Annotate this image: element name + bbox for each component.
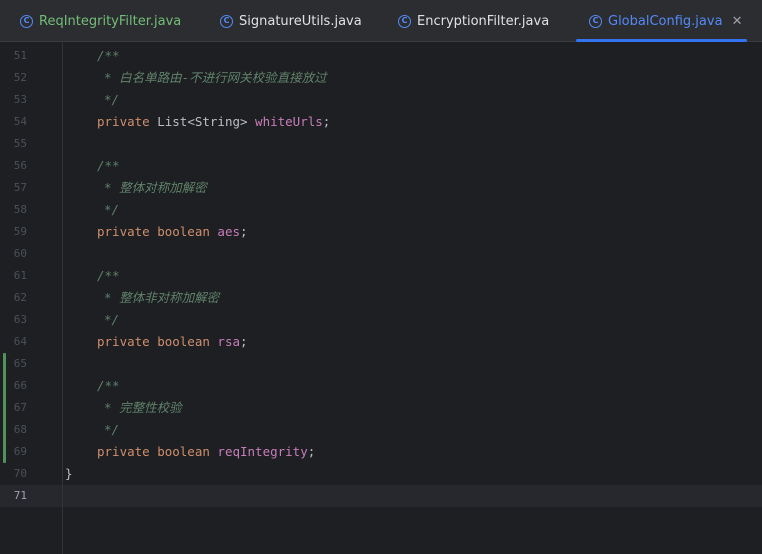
line-number: 58 [13, 203, 27, 216]
code-line: 56 /** [0, 155, 762, 177]
comment-close: */ [104, 422, 120, 437]
code-line: 61 /** [0, 265, 762, 287]
code-line-current: 71 [0, 485, 762, 507]
code-line: 62 * 整体非对称加解密 [0, 287, 762, 309]
comment-text-line: * 整体非对称加解密 [104, 290, 220, 305]
tab-label: ReqIntegrityFilter.java [39, 13, 182, 29]
code-line: 59 private boolean aes; [0, 221, 762, 243]
editor-tab-bar: C ReqIntegrityFilter.java C SignatureUti… [0, 0, 762, 42]
line-number: 69 [13, 445, 27, 458]
code-line: 57 * 整体对称加解密 [0, 177, 762, 199]
comment-open: /** [97, 158, 120, 173]
class-icon: C [220, 14, 233, 28]
tab-label: SignatureUtils.java [239, 13, 362, 29]
tab-encryption-filter[interactable]: C EncryptionFilter.java [398, 0, 549, 42]
comment-close: */ [104, 312, 120, 327]
comment-text-line: * 完整性校验 [104, 400, 182, 415]
line-number: 66 [13, 379, 27, 392]
line-number: 67 [13, 401, 27, 414]
code-line: 66 /** [0, 375, 762, 397]
line-number: 51 [13, 49, 27, 62]
comment-open: /** [97, 268, 120, 283]
line-number: 54 [13, 115, 27, 128]
tab-label: GlobalConfig.java [608, 13, 723, 29]
field-declaration: private boolean aes; [97, 224, 248, 239]
code-line: 52 * 白名单路由-不进行网关校验直接放过 [0, 67, 762, 89]
class-icon: C [589, 14, 602, 28]
code-line: 67 * 完整性校验 [0, 397, 762, 419]
comment-text-line: * 整体对称加解密 [104, 180, 207, 195]
code-line: 58 */ [0, 199, 762, 221]
code-line: 63 */ [0, 309, 762, 331]
closing-brace: } [65, 466, 73, 481]
field-declaration: private boolean reqIntegrity; [97, 444, 316, 459]
code-line: 69 private boolean reqIntegrity; [0, 441, 762, 463]
code-line: 51 /** [0, 45, 762, 67]
code-editor[interactable]: 51 /** 52 * 白名单路由-不进行网关校验直接放过 53 */ 54 p… [0, 42, 762, 554]
code-line: 55 [0, 133, 762, 155]
code-line: 68 */ [0, 419, 762, 441]
code-line: 60 [0, 243, 762, 265]
comment-close: */ [104, 92, 120, 107]
line-number: 68 [13, 423, 27, 436]
field-declaration: private boolean rsa; [97, 334, 248, 349]
code-line: 65 [0, 353, 762, 375]
tab-label: EncryptionFilter.java [417, 13, 550, 29]
line-number: 61 [13, 269, 27, 282]
line-number: 63 [13, 313, 27, 326]
line-number: 57 [13, 181, 27, 194]
line-number: 60 [13, 247, 27, 260]
tab-signature-utils[interactable]: C SignatureUtils.java [220, 0, 362, 42]
code-line: 70 } [0, 463, 762, 485]
comment-open: /** [97, 48, 120, 63]
line-number: 59 [13, 225, 27, 238]
code-line: 54 private List<String> whiteUrls; [0, 111, 762, 133]
code-line: 64 private boolean rsa; [0, 331, 762, 353]
tab-req-integrity-filter[interactable]: C ReqIntegrityFilter.java [20, 0, 181, 42]
line-number: 55 [13, 137, 27, 150]
tab-global-config[interactable]: C GlobalConfig.java ✕ [589, 0, 742, 42]
comment-text-line: * 白名单路由-不进行网关校验直接放过 [104, 70, 327, 85]
comment-close: */ [104, 202, 120, 217]
line-number: 53 [13, 93, 27, 106]
line-number: 65 [13, 357, 27, 370]
line-number: 56 [13, 159, 27, 172]
class-icon: C [20, 14, 33, 28]
line-number: 52 [13, 71, 27, 84]
close-tab-icon[interactable]: ✕ [732, 14, 743, 29]
line-number: 70 [13, 467, 27, 480]
code-line: 53 */ [0, 89, 762, 111]
comment-open: /** [97, 378, 120, 393]
line-number: 64 [13, 335, 27, 348]
line-number: 62 [13, 291, 27, 304]
field-declaration: private List<String> whiteUrls; [97, 114, 331, 129]
line-number: 71 [13, 489, 27, 502]
class-icon: C [398, 14, 411, 28]
